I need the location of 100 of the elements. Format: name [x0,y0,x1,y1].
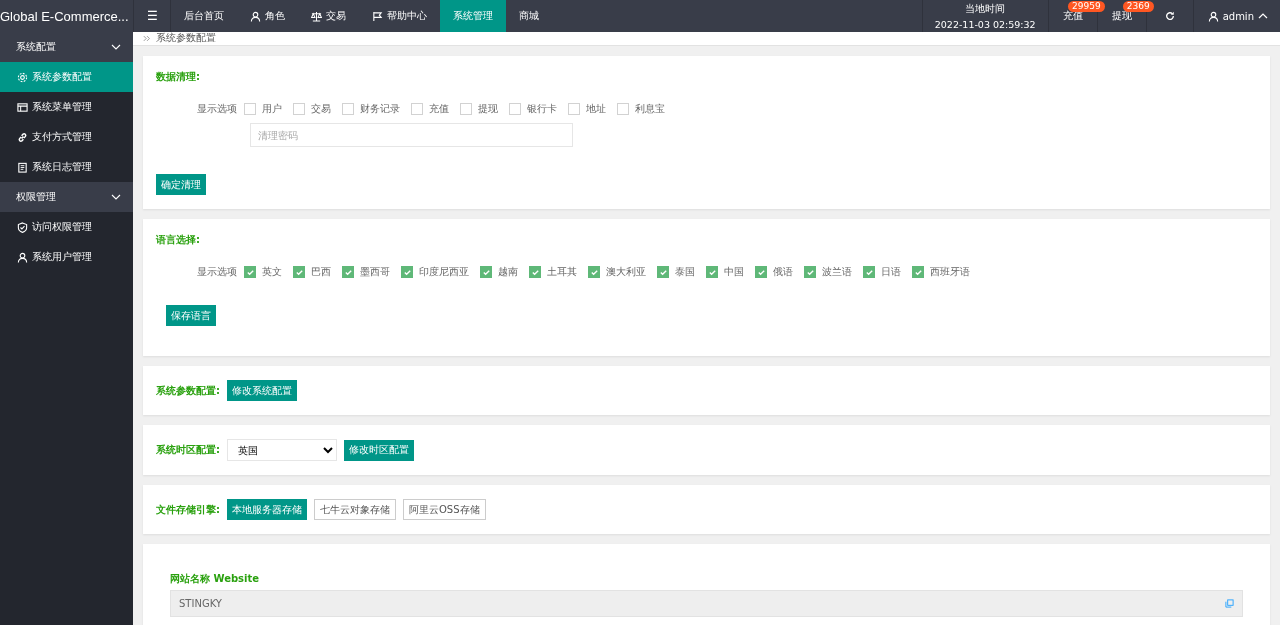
sidebar-item-label: 访问权限管理 [32,220,92,234]
checkbox-label: 俄语 [773,265,793,279]
checkbox-label: 澳大利亚 [606,265,646,279]
checkbox-label: 日语 [881,265,901,279]
storage-option-button[interactable]: 七牛云对象存储 [314,499,396,520]
sidebar-item-label: 系统菜单管理 [32,100,92,114]
checkbox[interactable] [342,266,354,278]
checkbox[interactable] [863,266,875,278]
link-icon [17,131,28,143]
checkbox-label: 用户 [262,102,282,116]
checkbox[interactable] [657,266,669,278]
password-field[interactable]: 清理密码 [250,123,573,147]
nav-tab[interactable]: 帮助中心 [359,0,440,32]
checkbox[interactable] [293,266,305,278]
field-label: 网站名称 Website [170,572,261,586]
sidebar-item[interactable]: 系统用户管理 [0,242,133,272]
checkbox[interactable] [244,266,256,278]
edit-config-button[interactable]: 修改系统配置 [227,380,297,401]
sidebar-item-label: 系统日志管理 [32,160,92,174]
checkbox[interactable] [804,266,816,278]
checkbox[interactable] [568,103,580,115]
breadcrumb: 系统参数配置 [156,32,216,45]
checkbox-label: 波兰语 [822,265,852,279]
checkbox-label: 充值 [429,102,449,116]
checkbox[interactable] [411,103,423,115]
sidebar-group[interactable]: 系统配置 [0,32,133,62]
checkbox-label: 土耳其 [547,265,577,279]
shield-icon [17,221,28,233]
options-label: 显示选项 [197,102,237,116]
checkbox[interactable] [529,266,541,278]
storage-option-button[interactable]: 本地服务器存储 [227,499,307,520]
gear-icon [17,71,28,83]
checkbox[interactable] [460,103,472,115]
timezone-select[interactable]: 英国 [227,439,337,461]
window-icon [17,101,28,113]
clock-time: 2022-11-03 02:59:32 [934,18,1036,30]
section-title: 文件存储引擎: [156,502,220,517]
scale-icon [311,10,322,22]
sidebar-item[interactable]: 支付方式管理 [0,122,133,152]
user-name[interactable]: admin [1222,10,1254,22]
caret-icon[interactable] [1258,13,1268,19]
checkbox-label: 交易 [311,102,331,116]
checkbox-label: 巴西 [311,265,331,279]
sidebar-group[interactable]: 权限管理 [0,182,133,212]
count-badge: 29959 [1068,1,1105,12]
app-title: Global E-Commerce... [0,7,130,26]
checkbox[interactable] [509,103,521,115]
checkbox-label: 银行卡 [527,102,557,116]
nav-tab[interactable]: 商城 [506,0,552,32]
checkbox-label: 财务记录 [360,102,400,116]
checkbox[interactable] [401,266,413,278]
copy-icon[interactable] [1225,599,1234,608]
checkbox[interactable] [293,103,305,115]
save-language-button[interactable]: 保存语言 [166,305,216,326]
count-badge: 2369 [1122,1,1154,12]
sidebar-item[interactable]: 系统菜单管理 [0,92,133,122]
checkbox[interactable] [617,103,629,115]
sidebar-group-label: 系统配置 [16,40,56,54]
sidebar-item[interactable]: 访问权限管理 [0,212,133,242]
checkbox[interactable] [480,266,492,278]
checkbox[interactable] [244,103,256,115]
nav-tab[interactable]: 交易 [298,0,359,32]
section-title: 语言选择: [156,233,201,247]
checkbox[interactable] [342,103,354,115]
checkbox-label: 墨西哥 [360,265,390,279]
edit-timezone-button[interactable]: 修改时区配置 [344,439,414,461]
checkbox-label: 英文 [262,265,282,279]
checkbox-label: 西班牙语 [930,265,970,279]
nav-tab[interactable]: 系统管理 [440,0,506,32]
nav-tab[interactable]: 后台首页 [171,0,237,32]
checkbox[interactable] [706,266,718,278]
section-title: 系统参数配置: [156,383,220,398]
checkbox[interactable] [912,266,924,278]
section-title: 系统时区配置: [156,443,220,457]
sidebar-item[interactable]: 系统日志管理 [0,152,133,182]
user-icon [1207,10,1219,22]
clock-label: 当地时间 [965,2,1006,16]
options-label: 显示选项 [197,265,237,279]
confirm-clear-button[interactable]: 确定清理 [156,174,206,195]
nav-tab[interactable]: 角色 [237,0,298,32]
sidebar-item-label: 系统参数配置 [32,70,92,84]
sidebar-item[interactable]: 系统参数配置 [0,62,133,92]
sidebar-item-label: 系统用户管理 [32,250,92,264]
flag-icon [372,10,383,22]
checkbox-label: 提现 [478,102,498,116]
checkbox[interactable] [755,266,767,278]
section-title: 数据清理: [156,70,201,84]
website-name-field[interactable]: STINGKY [170,590,1243,617]
checkbox-label: 利息宝 [635,102,665,116]
storage-option-button[interactable]: 阿里云OSS存储 [403,499,486,520]
clipboard-icon [17,161,28,173]
checkbox-label: 越南 [498,265,518,279]
person-icon [250,10,261,22]
checkbox-label: 印度尼西亚 [419,265,469,279]
refresh-icon[interactable] [1164,11,1175,21]
double-chevron-icon [143,35,151,42]
checkbox[interactable] [588,266,600,278]
sidebar-item-label: 支付方式管理 [32,130,92,144]
checkbox-label: 中国 [724,265,744,279]
person-icon [17,251,28,263]
